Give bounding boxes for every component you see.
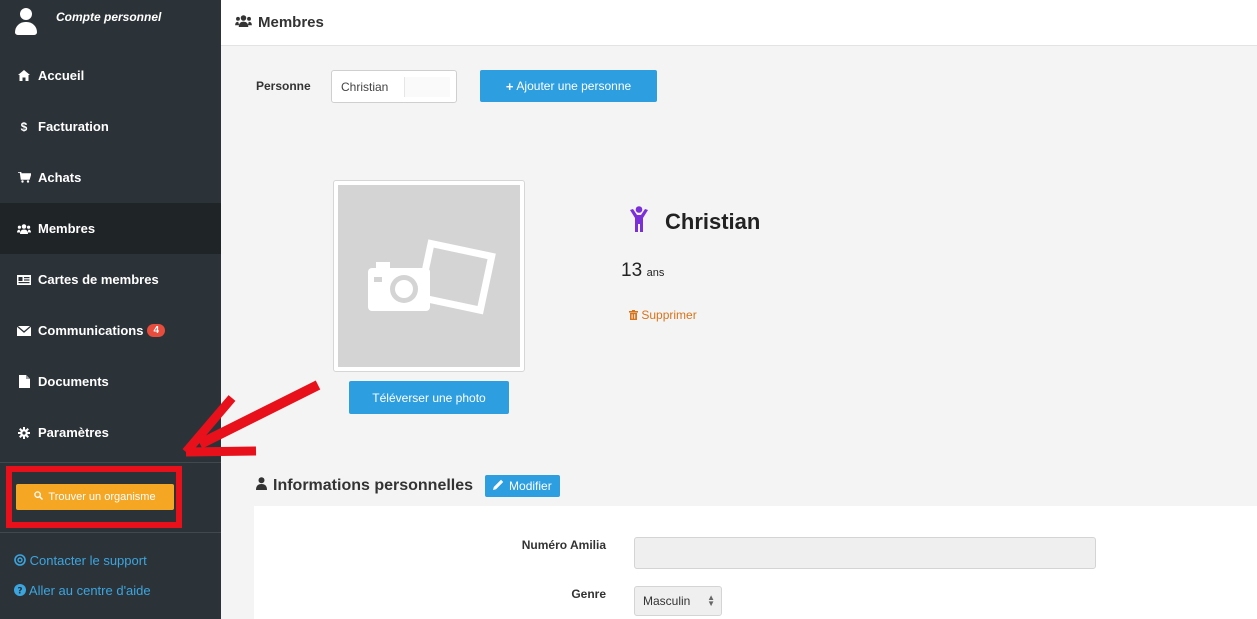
age-value: 13 [621, 260, 643, 281]
gender-label: Genre [571, 587, 606, 601]
contact-support-label: Contacter le support [29, 553, 147, 568]
member-age: 13 ans [621, 260, 664, 282]
help-center-link[interactable]: ? Aller au centre d'aide [14, 583, 151, 598]
child-icon [629, 206, 649, 237]
sidebar-divider [0, 532, 221, 533]
envelope-icon [16, 325, 32, 336]
add-person-button[interactable]: + Ajouter une personne [480, 70, 657, 102]
id-card-icon [16, 274, 32, 285]
user-icon [256, 477, 267, 495]
select-arrows-icon: ▲ ▼ [707, 593, 715, 608]
unread-badge: 4 [147, 324, 166, 337]
sidebar: Compte personnel Accueil $ Facturation A… [0, 0, 221, 619]
delete-label: Supprimer [641, 308, 697, 322]
age-unit: ans [646, 267, 665, 279]
profile-photo [333, 180, 525, 372]
sidebar-item-documents[interactable]: Documents [0, 356, 221, 407]
page-header: Membres [221, 0, 1257, 46]
help-center-label: Aller au centre d'aide [28, 583, 151, 598]
delete-link[interactable]: Supprimer [629, 308, 697, 322]
sidebar-item-label: Achats [38, 170, 82, 185]
personal-info-panel: Numéro Amilia Genre Masculin ▲ ▼ [254, 506, 1257, 619]
question-circle-icon: ? [14, 583, 29, 598]
photo-placeholder [338, 185, 520, 367]
home-icon [16, 70, 32, 81]
gender-select[interactable]: Masculin ▲ ▼ [634, 586, 722, 616]
camera-photo-icon [368, 239, 496, 315]
person-label: Personne [256, 79, 311, 93]
edit-button[interactable]: Modifier [485, 475, 560, 497]
member-name-row: Christian [629, 206, 760, 237]
lifebuoy-icon [14, 553, 30, 568]
account-title: Compte personnel [56, 10, 162, 24]
cart-icon [16, 172, 32, 183]
sidebar-nav: Accueil $ Facturation Achats Membres Car… [0, 50, 221, 458]
sidebar-item-label: Facturation [38, 119, 109, 134]
sidebar-item-label: Documents [38, 374, 109, 389]
annotation-highlight-box [6, 466, 182, 528]
trash-icon [629, 308, 641, 322]
sidebar-item-label: Accueil [38, 68, 85, 83]
sidebar-header: Compte personnel [0, 0, 221, 50]
gender-select-value: Masculin [643, 594, 691, 608]
person-select[interactable]: Christian [331, 70, 457, 103]
sidebar-item-membres[interactable]: Membres [0, 203, 221, 254]
sidebar-item-parametres[interactable]: Paramètres [0, 407, 221, 458]
amilia-number-field[interactable] [634, 537, 1096, 569]
user-icon [14, 8, 38, 36]
personal-info-heading: Informations personnelles Modifier [256, 475, 560, 497]
sidebar-item-label: Communications [38, 323, 144, 338]
sidebar-item-label: Membres [38, 221, 96, 236]
sidebar-item-cartes[interactable]: Cartes de membres [0, 254, 221, 305]
sidebar-divider [0, 462, 221, 463]
sidebar-item-label: Paramètres [38, 425, 109, 440]
sidebar-item-communications[interactable]: Communications 4 [0, 305, 221, 356]
contact-support-link[interactable]: Contacter le support [14, 553, 147, 568]
personal-info-title: Informations personnelles [273, 477, 474, 494]
member-name: Christian [665, 208, 761, 234]
upload-photo-button[interactable]: Téléverser une photo [349, 381, 509, 414]
gear-icon [16, 426, 32, 439]
dollar-icon: $ [20, 119, 28, 134]
person-select-toggle[interactable] [404, 77, 450, 97]
main-content: Personne Christian + Ajouter une personn… [221, 46, 1257, 619]
person-select-value: Christian [341, 79, 389, 94]
edit-label: Modifier [509, 479, 552, 493]
amilia-number-label: Numéro Amilia [521, 538, 606, 552]
users-icon [235, 14, 252, 32]
sidebar-item-facturation[interactable]: $ Facturation [0, 101, 221, 152]
file-icon [16, 375, 32, 388]
plus-icon: + [505, 78, 514, 94]
page-title: Membres [258, 14, 324, 31]
sidebar-item-accueil[interactable]: Accueil [0, 50, 221, 101]
add-person-label: Ajouter une personne [516, 79, 632, 93]
sidebar-item-label: Cartes de membres [38, 272, 159, 287]
users-icon [16, 223, 32, 234]
sidebar-item-achats[interactable]: Achats [0, 152, 221, 203]
pencil-icon [493, 479, 504, 493]
svg-text:?: ? [17, 586, 22, 596]
upload-photo-label: Téléverser une photo [372, 390, 486, 405]
